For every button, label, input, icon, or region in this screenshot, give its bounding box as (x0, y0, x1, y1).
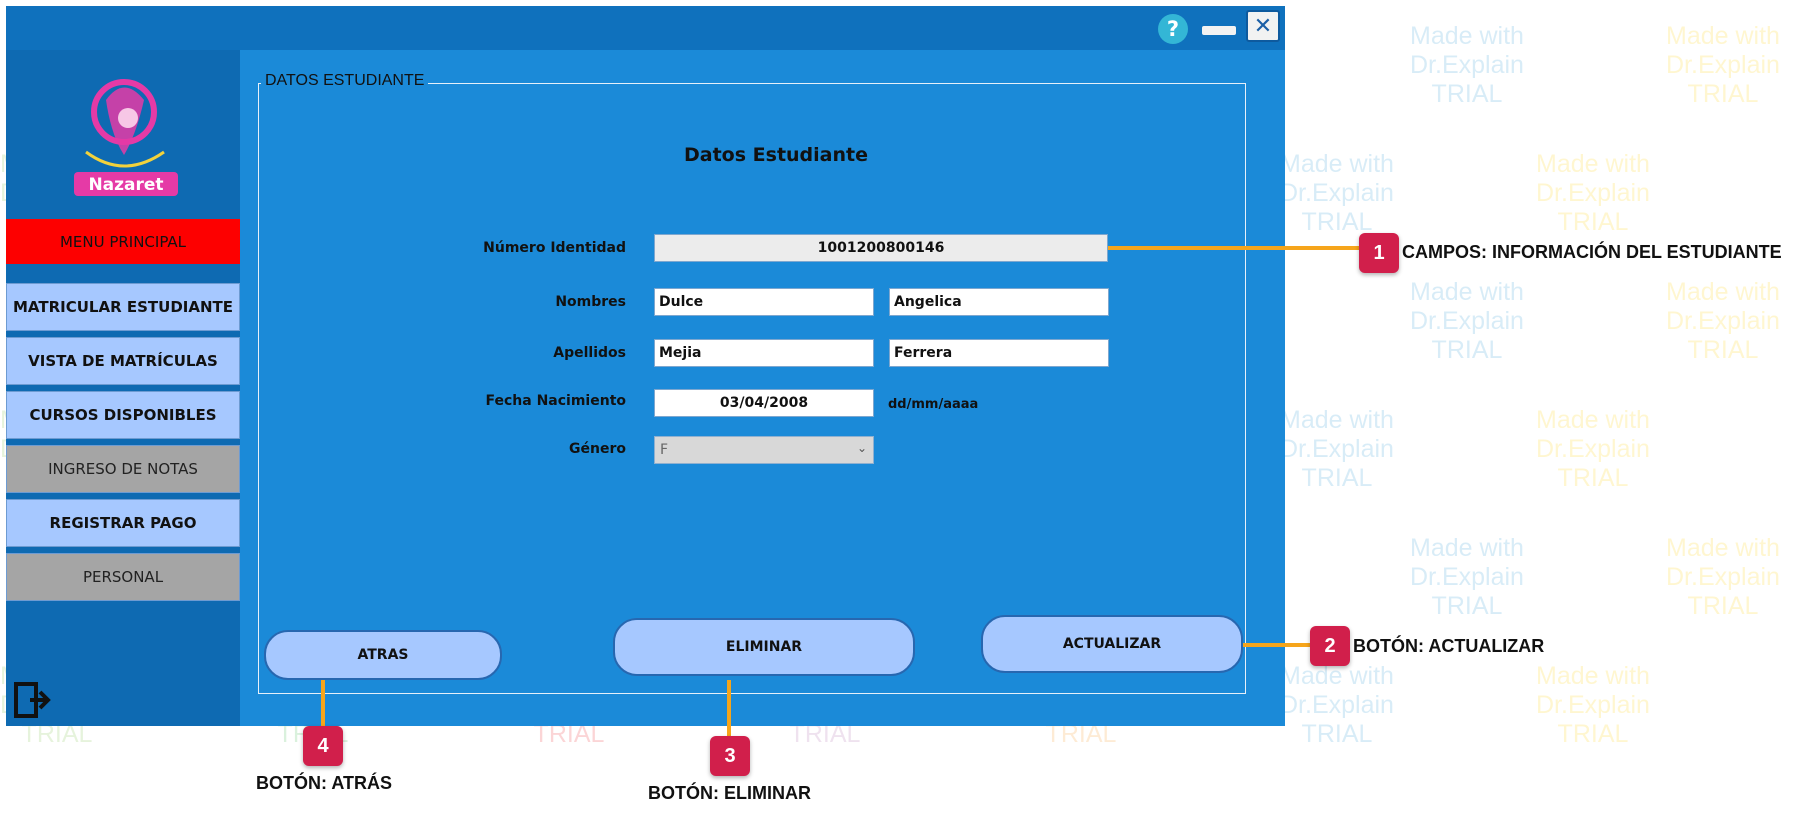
menu-principal-header: MENU PRINCIPAL (6, 219, 240, 264)
second-surname-field[interactable] (889, 339, 1109, 367)
watermark-stamp: Made withDr.ExplainTRIAL (1666, 534, 1780, 621)
menu-vista-matriculas-button[interactable]: VISTA DE MATRÍCULAS (6, 337, 240, 385)
watermark-line: TRIAL (1557, 464, 1629, 492)
watermark-line: Dr.Explain (1280, 691, 1394, 719)
callout-1-line (1108, 246, 1360, 250)
id-field[interactable] (654, 234, 1108, 262)
callout-3-badge: 3 (710, 736, 750, 776)
watermark-line: TRIAL (1431, 80, 1503, 108)
panel-title: DATOS ESTUDIANTE (261, 72, 429, 90)
watermark-line: Made with (1666, 22, 1780, 50)
callout-2-line (1243, 643, 1311, 647)
watermark-line: Dr.Explain (1536, 691, 1650, 719)
watermark-line: TRIAL (1557, 720, 1629, 748)
chevron-down-icon: ⌄ (856, 441, 867, 455)
callout-4-text: BOTÓN: ATRÁS (256, 773, 392, 793)
second-name-field[interactable] (889, 288, 1109, 316)
callout-1-text: CAMPOS: INFORMACIÓN DEL ESTUDIANTE (1402, 242, 1782, 262)
watermark-line: Dr.Explain (1280, 435, 1394, 463)
watermark-line: TRIAL (1431, 336, 1503, 364)
watermark-line: Made with (1536, 150, 1650, 178)
menu-registrar-pago-button[interactable]: REGISTRAR PAGO (6, 499, 240, 547)
first-surname-field[interactable] (654, 339, 874, 367)
title-bar (6, 6, 1285, 50)
watermark-line: TRIAL (1557, 208, 1629, 236)
watermark-line: TRIAL (1301, 464, 1373, 492)
watermark-stamp: Made withDr.ExplainTRIAL (1280, 406, 1394, 493)
watermark-line: Made with (1280, 150, 1394, 178)
watermark-line: Made with (1280, 662, 1394, 690)
watermark-line: Made with (1410, 534, 1524, 562)
menu-ingreso-notas-button[interactable]: INGRESO DE NOTAS (6, 445, 240, 493)
watermark-line: Dr.Explain (1536, 179, 1650, 207)
watermark-line: TRIAL (1431, 592, 1503, 620)
watermark-line: Made with (1410, 278, 1524, 306)
watermark-stamp: Made withDr.ExplainTRIAL (1666, 22, 1780, 109)
id-label: Número Identidad (483, 240, 626, 256)
form-title: Datos Estudiante (684, 144, 868, 166)
watermark-stamp: Made withDr.ExplainTRIAL (1666, 278, 1780, 365)
watermark-stamp: Made withDr.ExplainTRIAL (1410, 278, 1524, 365)
callout-1-badge: 1 (1359, 233, 1399, 273)
watermark-stamp: Made withDr.ExplainTRIAL (1536, 406, 1650, 493)
watermark-line: Dr.Explain (1280, 179, 1394, 207)
watermark-stamp: Made withDr.ExplainTRIAL (1410, 22, 1524, 109)
gender-value: F (660, 442, 669, 458)
watermark-line: Made with (1280, 406, 1394, 434)
callout-4-badge: 4 (303, 726, 343, 766)
delete-button[interactable]: ELIMINAR (613, 618, 915, 676)
watermark-line: TRIAL (1687, 336, 1759, 364)
dob-label: Fecha Nacimiento (485, 393, 627, 409)
watermark-stamp: Made withDr.ExplainTRIAL (1280, 662, 1394, 749)
watermark-line: Dr.Explain (1666, 307, 1780, 335)
callout-3-line (727, 680, 731, 736)
watermark-stamp: Made withDr.ExplainTRIAL (1536, 150, 1650, 237)
callout-4-line (321, 680, 325, 726)
callout-2-badge: 2 (1310, 626, 1350, 666)
watermark-line: Made with (1666, 278, 1780, 306)
update-button[interactable]: ACTUALIZAR (981, 615, 1243, 673)
close-icon[interactable]: ✕ (1246, 10, 1280, 42)
watermark-line: Made with (1666, 534, 1780, 562)
dob-format-hint: dd/mm/aaaa (888, 397, 979, 412)
menu-cursos-disponibles-button[interactable]: CURSOS DISPONIBLES (6, 391, 240, 439)
svg-text:Nazaret: Nazaret (88, 175, 163, 195)
watermark-line: Made with (1536, 406, 1650, 434)
question-circle-icon[interactable]: ? (1158, 14, 1188, 44)
app-window: Nazaret MENU PRINCIPAL MATRICULAR ESTUDI… (6, 6, 1285, 726)
watermark-line: Dr.Explain (1666, 563, 1780, 591)
names-label: Nombres (555, 294, 626, 310)
gender-select[interactable]: F ⌄ (654, 436, 874, 464)
watermark-line: Made with (1536, 662, 1650, 690)
menu-matricular-estudiante-button[interactable]: MATRICULAR ESTUDIANTE (6, 283, 240, 331)
sidebar: Nazaret MENU PRINCIPAL MATRICULAR ESTUDI… (6, 50, 240, 726)
first-name-field[interactable] (654, 288, 874, 316)
watermark-line: Dr.Explain (1410, 51, 1524, 79)
watermark-line: TRIAL (1687, 80, 1759, 108)
watermark-line: Dr.Explain (1666, 51, 1780, 79)
watermark-line: Dr.Explain (1410, 563, 1524, 591)
watermark-stamp: Made withDr.ExplainTRIAL (1280, 150, 1394, 237)
dob-field[interactable] (654, 389, 874, 417)
minimize-icon[interactable] (1202, 26, 1236, 35)
gender-label: Género (569, 441, 626, 457)
surnames-label: Apellidos (553, 345, 626, 361)
menu-personal-button[interactable]: PERSONAL (6, 553, 240, 601)
watermark-line: TRIAL (1687, 592, 1759, 620)
watermark-stamp: Made withDr.ExplainTRIAL (1410, 534, 1524, 621)
watermark-line: Made with (1410, 22, 1524, 50)
watermark-line: Dr.Explain (1536, 435, 1650, 463)
school-logo: Nazaret (74, 79, 178, 196)
logout-icon[interactable] (12, 680, 52, 720)
watermark-stamp: Made withDr.ExplainTRIAL (1536, 662, 1650, 749)
watermark-line: Dr.Explain (1410, 307, 1524, 335)
back-button[interactable]: ATRAS (264, 630, 502, 680)
watermark-line: TRIAL (1301, 720, 1373, 748)
callout-3-text: BOTÓN: ELIMINAR (648, 783, 811, 803)
callout-2-text: BOTÓN: ACTUALIZAR (1353, 636, 1545, 656)
